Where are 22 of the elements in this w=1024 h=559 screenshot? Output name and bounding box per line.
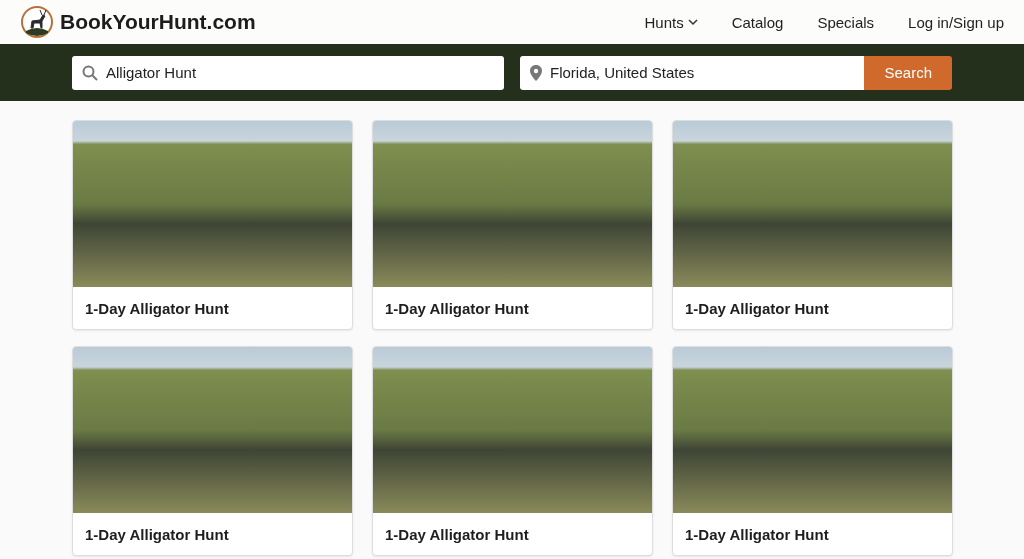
search-icon — [82, 64, 98, 81]
deer-logo-icon — [20, 5, 54, 39]
search-button[interactable]: Search — [864, 55, 952, 90]
listing-title: 1-Day Alligator Hunt — [84, 524, 230, 545]
nav-link[interactable]: Catalog — [731, 13, 784, 31]
listing-title: 1-Day Alligator Hunt — [684, 524, 830, 545]
listing-title: 1-Day Alligator Hunt — [384, 524, 530, 545]
listing-title: 1-Day Alligator Hunt — [84, 298, 230, 319]
nav-link[interactable]: Hunts — [644, 13, 698, 31]
listing-card[interactable]: 1-Day Alligator Hunt — [72, 120, 353, 330]
nav-link[interactable]: Log in/Sign up — [908, 13, 1004, 31]
listing-card[interactable]: 1-Day Alligator Hunt — [672, 346, 953, 556]
site-logo-text[interactable]: BookYourHunt.com — [60, 10, 256, 34]
chevron-down-icon — [687, 18, 698, 26]
nav-link[interactable]: Specials — [817, 13, 875, 31]
listing-card[interactable]: 1-Day Alligator Hunt — [72, 346, 353, 556]
listing-card[interactable]: 1-Day Alligator Hunt — [672, 120, 953, 330]
listing-card[interactable]: 1-Day Alligator Hunt — [372, 120, 653, 330]
listing-title: 1-Day Alligator Hunt — [384, 298, 530, 319]
listing-title: 1-Day Alligator Hunt — [684, 298, 830, 319]
listing-card[interactable]: 1-Day Alligator Hunt — [372, 346, 653, 556]
map-pin-icon — [530, 64, 542, 81]
